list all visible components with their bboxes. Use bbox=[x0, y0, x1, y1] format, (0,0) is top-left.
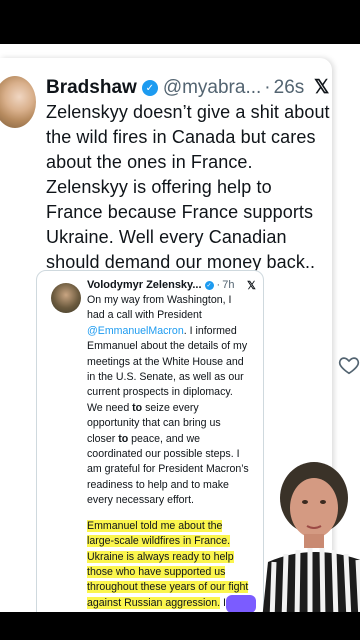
bottom-black-bar bbox=[0, 612, 360, 640]
top-black-bar bbox=[0, 0, 360, 44]
quoted-post-header: Volodymyr Zelensky... ✓ · 7h bbox=[87, 279, 257, 291]
quoted-post-card[interactable]: Volodymyr Zelensky... ✓ · 7h 𝕏 On my way… bbox=[36, 270, 264, 632]
quoted-header-separator: · bbox=[216, 279, 221, 291]
x-logo-icon[interactable]: 𝕏 bbox=[314, 76, 329, 99]
quoted-x-logo-icon: 𝕏 bbox=[247, 280, 256, 292]
author-display-name[interactable]: Bradshaw bbox=[46, 77, 137, 99]
post-body-text: Zelenskyy doesn’t give a shit about the … bbox=[46, 102, 330, 272]
heart-icon[interactable] bbox=[338, 354, 360, 376]
quoted-post-timestamp[interactable]: 7h bbox=[222, 279, 234, 291]
quoted-verified-badge-icon: ✓ bbox=[204, 280, 214, 290]
author-handle[interactable]: @myabra... bbox=[163, 77, 261, 99]
mention-link[interactable]: @EmmanuelMacron bbox=[87, 325, 184, 337]
quoted-author-avatar[interactable] bbox=[51, 283, 81, 313]
reaction-bubble bbox=[226, 595, 256, 613]
quoted-author-name[interactable]: Volodymyr Zelensky... bbox=[87, 279, 202, 291]
header-separator: · bbox=[264, 77, 271, 98]
quoted-paragraph-1: On my way from Washington, I had a call … bbox=[87, 294, 249, 507]
post-timestamp[interactable]: 26s bbox=[274, 77, 305, 99]
post-header: Bradshaw ✓ @myabra... · 26s bbox=[46, 76, 336, 100]
highlighted-text: Emmanuel told me about the large-scale w… bbox=[87, 519, 249, 609]
creator-video-overlay bbox=[262, 462, 360, 620]
quoted-post-body: On my way from Washington, I had a call … bbox=[87, 293, 251, 631]
verified-badge-icon: ✓ bbox=[141, 80, 158, 96]
